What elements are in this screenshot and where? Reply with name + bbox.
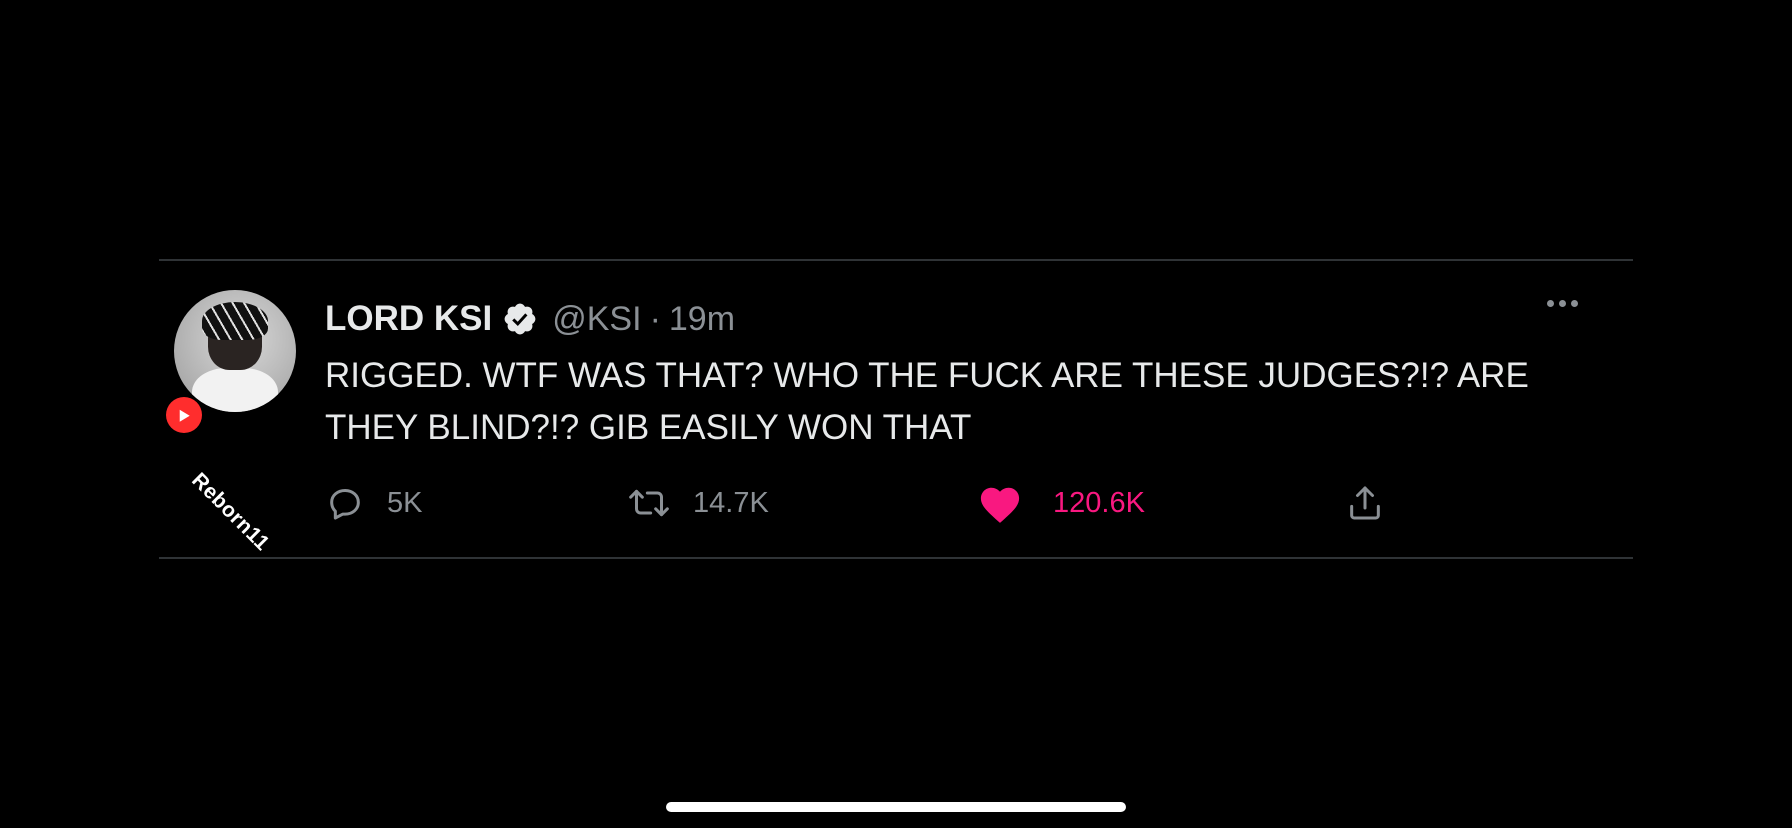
handle[interactable]: @KSI: [552, 300, 641, 339]
retweet-count: 14.7K: [693, 486, 769, 519]
reply-button[interactable]: 5K: [325, 478, 422, 528]
watermark: Reborn11: [158, 389, 300, 555]
verified-badge-icon: [504, 303, 536, 335]
avatar[interactable]: [174, 290, 296, 412]
avatar-hair: [202, 302, 268, 340]
top-divider: [159, 259, 1633, 261]
like-count: 120.6K: [1053, 486, 1145, 519]
tweet-header: LORD KSI @KSI · 19m: [325, 296, 735, 342]
heart-icon: [980, 487, 1020, 523]
like-button[interactable]: 120.6K: [977, 478, 1145, 528]
home-indicator[interactable]: [666, 802, 1126, 812]
more-options-button[interactable]: [1547, 300, 1578, 307]
reply-icon: [330, 489, 360, 520]
more-dot-icon: [1559, 300, 1566, 307]
timestamp[interactable]: 19m: [669, 300, 735, 339]
separator: ·: [649, 299, 661, 338]
more-dot-icon: [1547, 300, 1554, 307]
watermark-text: Reborn11: [187, 468, 274, 556]
display-name[interactable]: LORD KSI: [325, 299, 492, 339]
reply-count: 5K: [387, 486, 423, 519]
bottom-divider: [159, 557, 1633, 559]
retweet-button[interactable]: 14.7K: [627, 478, 769, 528]
share-button[interactable]: [1345, 478, 1385, 528]
retweet-icon: [629, 489, 669, 517]
more-dot-icon: [1571, 300, 1578, 307]
tweet-text: RIGGED. WTF WAS THAT? WHO THE FUCK ARE T…: [325, 356, 1529, 447]
share-icon: [1350, 486, 1380, 520]
youtube-icon: [158, 389, 210, 441]
